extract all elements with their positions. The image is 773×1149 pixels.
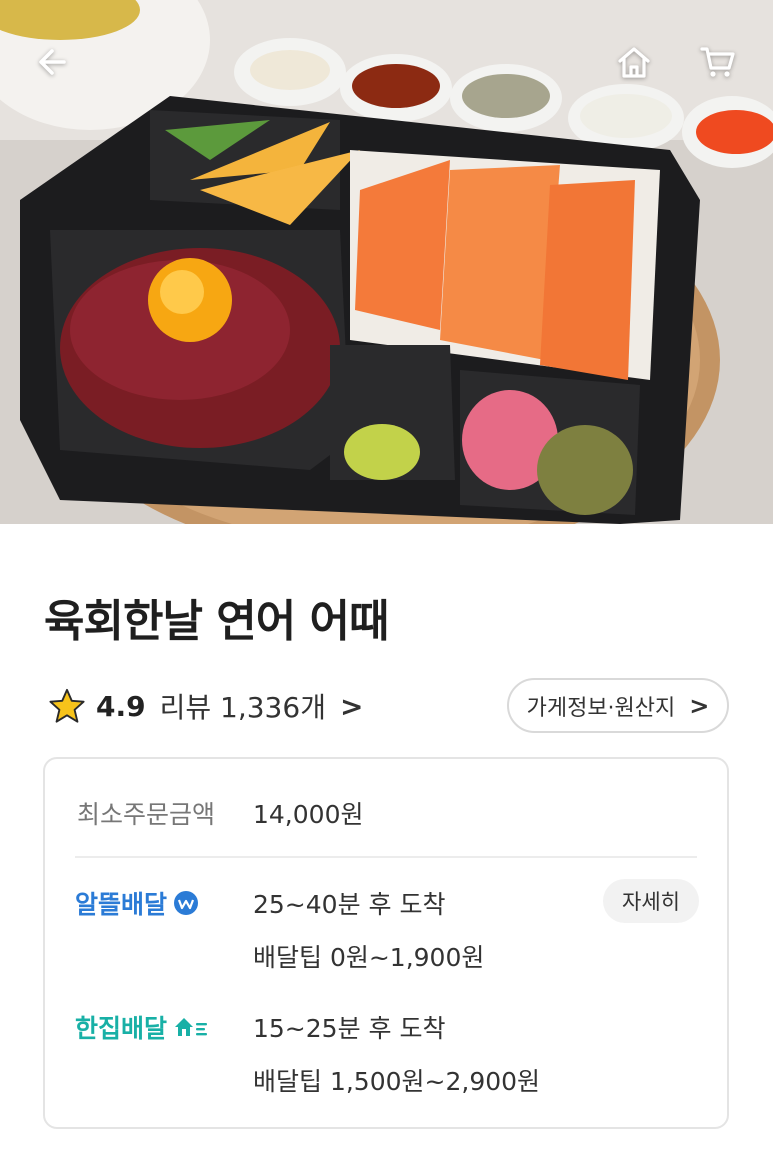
delivery-info-card: 최소주문금액 14,000원 알뜰배달 25~40분 후 도착 배달팁 0원~1… (43, 757, 729, 1129)
store-info-button[interactable]: 가게정보·원산지 > (507, 678, 729, 733)
min-order-value: 14,000원 (253, 800, 364, 829)
review-count: 리뷰 1,336개 (159, 691, 326, 724)
delivery-time: 15~25분 후 도착 (253, 1014, 446, 1043)
rating-review-link[interactable]: 4.9 리뷰 1,336개 > (48, 684, 363, 728)
store-info-label: 가게정보·원산지 (526, 695, 676, 721)
rating-value: 4.9 (96, 689, 146, 723)
delivery-brand-label: 알뜰배달 (75, 890, 168, 919)
store-name: 육회한날 연어 어때 (44, 596, 389, 647)
star-icon (49, 688, 85, 723)
arrow-left-icon (39, 49, 66, 75)
back-button[interactable] (28, 36, 80, 88)
detail-button[interactable]: 자세히 (603, 879, 699, 923)
home-icon (618, 47, 650, 78)
cart-icon (700, 47, 735, 77)
saving-badge-icon (174, 891, 199, 915)
house-speed-icon (175, 1018, 208, 1036)
home-button[interactable] (608, 36, 660, 88)
delivery-tip: 배달팁 1,500원~2,900원 (253, 1067, 541, 1096)
delivery-tip: 배달팁 0원~1,900원 (253, 943, 485, 972)
chevron-right-icon: > (339, 689, 364, 723)
min-order-label: 최소주문금액 (77, 800, 216, 829)
delivery-brand-label: 한집배달 (75, 1014, 168, 1043)
cart-button[interactable] (692, 36, 744, 88)
delivery-option-brand: 한집배달 (75, 1009, 209, 1045)
chevron-right-icon: > (689, 691, 710, 720)
hero-image (0, 0, 773, 524)
divider (75, 856, 697, 858)
delivery-time: 25~40분 후 도착 (253, 890, 446, 919)
delivery-option-brand: 알뜰배달 (75, 885, 199, 921)
